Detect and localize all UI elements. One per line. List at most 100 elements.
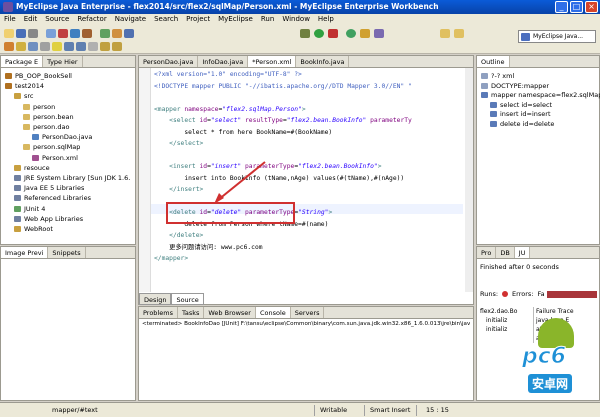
prev-edit-icon[interactable] xyxy=(64,42,74,51)
edit-icon[interactable] xyxy=(40,42,50,51)
outline-item[interactable]: delete id=delete xyxy=(490,120,554,129)
menu-search[interactable]: Search xyxy=(154,15,178,26)
tab-snippets[interactable]: Snippets xyxy=(48,247,86,258)
tree-item[interactable]: Referenced Libraries xyxy=(14,194,91,203)
tree-item-label: WebRoot xyxy=(24,225,53,233)
tree-item[interactable]: PB_OOP_BookSell xyxy=(5,72,72,81)
watermark-subtext: 安卓网 xyxy=(528,374,573,393)
search-icon[interactable] xyxy=(374,29,384,38)
new-class-icon[interactable] xyxy=(346,29,356,38)
tab-bookinfodao[interactable]: InfoDao.java xyxy=(198,56,249,67)
menu-file[interactable]: File xyxy=(4,15,16,26)
menu-myeclipse[interactable]: MyEclipse xyxy=(218,15,253,26)
back-icon[interactable] xyxy=(100,42,110,51)
tree-item-label: PersonDao.java xyxy=(42,133,93,142)
menu-refactor[interactable]: Refactor xyxy=(77,15,106,26)
menu-help[interactable]: Help xyxy=(318,15,334,26)
tree-item[interactable]: JUnit 4 xyxy=(14,205,45,214)
tool-icon[interactable] xyxy=(100,29,110,38)
annotation-icon[interactable] xyxy=(4,42,14,51)
tab-web-browser[interactable]: Web Browser xyxy=(204,307,256,318)
tree-item[interactable]: Web App Libraries xyxy=(14,215,83,224)
task-icon[interactable] xyxy=(28,42,38,51)
tree-item[interactable]: resouce xyxy=(14,164,50,173)
external-tools-icon[interactable] xyxy=(328,29,338,38)
tab-persondao[interactable]: PersonDao.java xyxy=(139,56,199,67)
outline-item[interactable]: ?-? xml xyxy=(481,72,514,81)
tree-item[interactable]: person xyxy=(23,103,55,112)
web-icon[interactable] xyxy=(70,29,80,38)
tree-item[interactable]: person.sqlMap xyxy=(23,143,80,152)
tree-item[interactable]: WebRoot xyxy=(14,225,53,234)
menu-edit[interactable]: Edit xyxy=(24,15,38,26)
bookmark-icon[interactable] xyxy=(16,42,26,51)
tree-item[interactable]: test2014 xyxy=(5,82,44,91)
tree-item[interactable]: person.dao xyxy=(23,123,69,132)
tab-tasks[interactable]: Tasks xyxy=(178,307,205,318)
server-icon[interactable] xyxy=(46,29,56,38)
tab-person-xml[interactable]: *Person.xml xyxy=(248,56,297,67)
maximize-button[interactable]: □ xyxy=(570,1,583,13)
nav-forward-icon[interactable] xyxy=(454,29,464,38)
tree-node-icon xyxy=(23,103,30,110)
menu-run[interactable]: Run xyxy=(261,15,274,26)
save-icon[interactable] xyxy=(16,29,26,38)
tab-source[interactable]: Source xyxy=(171,293,204,305)
tab-console[interactable]: Console xyxy=(255,307,291,318)
tab-package-explorer[interactable]: Package E xyxy=(1,56,44,67)
tree-node-icon xyxy=(5,73,12,79)
tab-design[interactable]: Design xyxy=(139,293,172,305)
tree-item-label: JRE System Library [Sun JDK 1.6. xyxy=(24,174,131,182)
code-token: <?xml version="1.0" encoding="UTF-8" ?> xyxy=(154,71,302,78)
tree-item[interactable]: Person.xml xyxy=(32,154,78,163)
tab-project[interactable]: Pro xyxy=(477,247,497,258)
tree-item[interactable]: Java EE 5 Libraries xyxy=(14,184,84,193)
tree-item[interactable]: JRE System Library [Sun JDK 1.6. xyxy=(14,174,130,183)
wizard-icon[interactable] xyxy=(112,29,122,38)
outline-item[interactable]: mapper namespace=flex2.sqlMap.P xyxy=(481,91,600,100)
tab-type-hierarchy[interactable]: Type Hier xyxy=(43,56,83,67)
nav-back-icon[interactable] xyxy=(440,29,450,38)
menu-window[interactable]: Window xyxy=(282,15,310,26)
close-button[interactable]: × xyxy=(585,1,598,13)
editor-bottom-tabs: Design Source xyxy=(139,293,204,305)
forward-icon[interactable] xyxy=(112,42,122,51)
tab-problems[interactable]: Problems xyxy=(139,307,178,318)
run-icon[interactable] xyxy=(314,29,324,38)
outline-item[interactable]: insert id=insert xyxy=(490,110,551,119)
test-class-item[interactable]: flex2.dao.Bo xyxy=(480,307,530,316)
tab-outline[interactable]: Outline xyxy=(477,56,510,67)
menu-source[interactable]: Source xyxy=(45,15,69,26)
tree-item[interactable]: src xyxy=(14,92,34,101)
tab-image-preview[interactable]: Image Previ xyxy=(1,247,49,258)
tree-item[interactable]: person.bean xyxy=(23,113,74,122)
code-token: id xyxy=(199,117,208,124)
tab-servers[interactable]: Servers xyxy=(291,307,325,318)
tab-junit[interactable]: JU xyxy=(514,247,531,258)
tree-item[interactable]: PersonDao.java xyxy=(32,133,92,142)
editor-scrollbar[interactable] xyxy=(465,68,473,292)
title-bar: MyEclipse Java Enterprise - flex2014/src… xyxy=(0,0,600,14)
tab-bookinfo[interactable]: BookInfo.java xyxy=(296,56,350,67)
tree-item-label: Java EE 5 Libraries xyxy=(24,184,85,193)
failure-trace-title: Failure Trace xyxy=(536,308,574,315)
tab-db[interactable]: DB xyxy=(496,247,515,258)
status-insert-mode: Smart Insert xyxy=(370,406,411,414)
editor-gutter xyxy=(139,68,151,292)
highlight-icon[interactable] xyxy=(52,42,62,51)
new-icon[interactable] xyxy=(4,29,14,38)
outline-item[interactable]: DOCTYPE:mapper xyxy=(481,82,549,91)
pin-icon[interactable] xyxy=(88,42,98,51)
db-icon[interactable] xyxy=(82,29,92,38)
minimize-button[interactable]: _ xyxy=(555,1,568,13)
debug-icon[interactable] xyxy=(300,29,310,38)
menu-project[interactable]: Project xyxy=(186,15,210,26)
outline-item[interactable]: select id=select xyxy=(490,101,552,110)
next-edit-icon[interactable] xyxy=(76,42,86,51)
open-type-icon[interactable] xyxy=(360,29,370,38)
perspective-switcher[interactable]: MyEclipse Java... xyxy=(518,30,596,43)
print-icon[interactable] xyxy=(28,29,38,38)
bean-icon[interactable] xyxy=(124,29,134,38)
deploy-icon[interactable] xyxy=(58,29,68,38)
menu-navigate[interactable]: Navigate xyxy=(115,15,146,26)
